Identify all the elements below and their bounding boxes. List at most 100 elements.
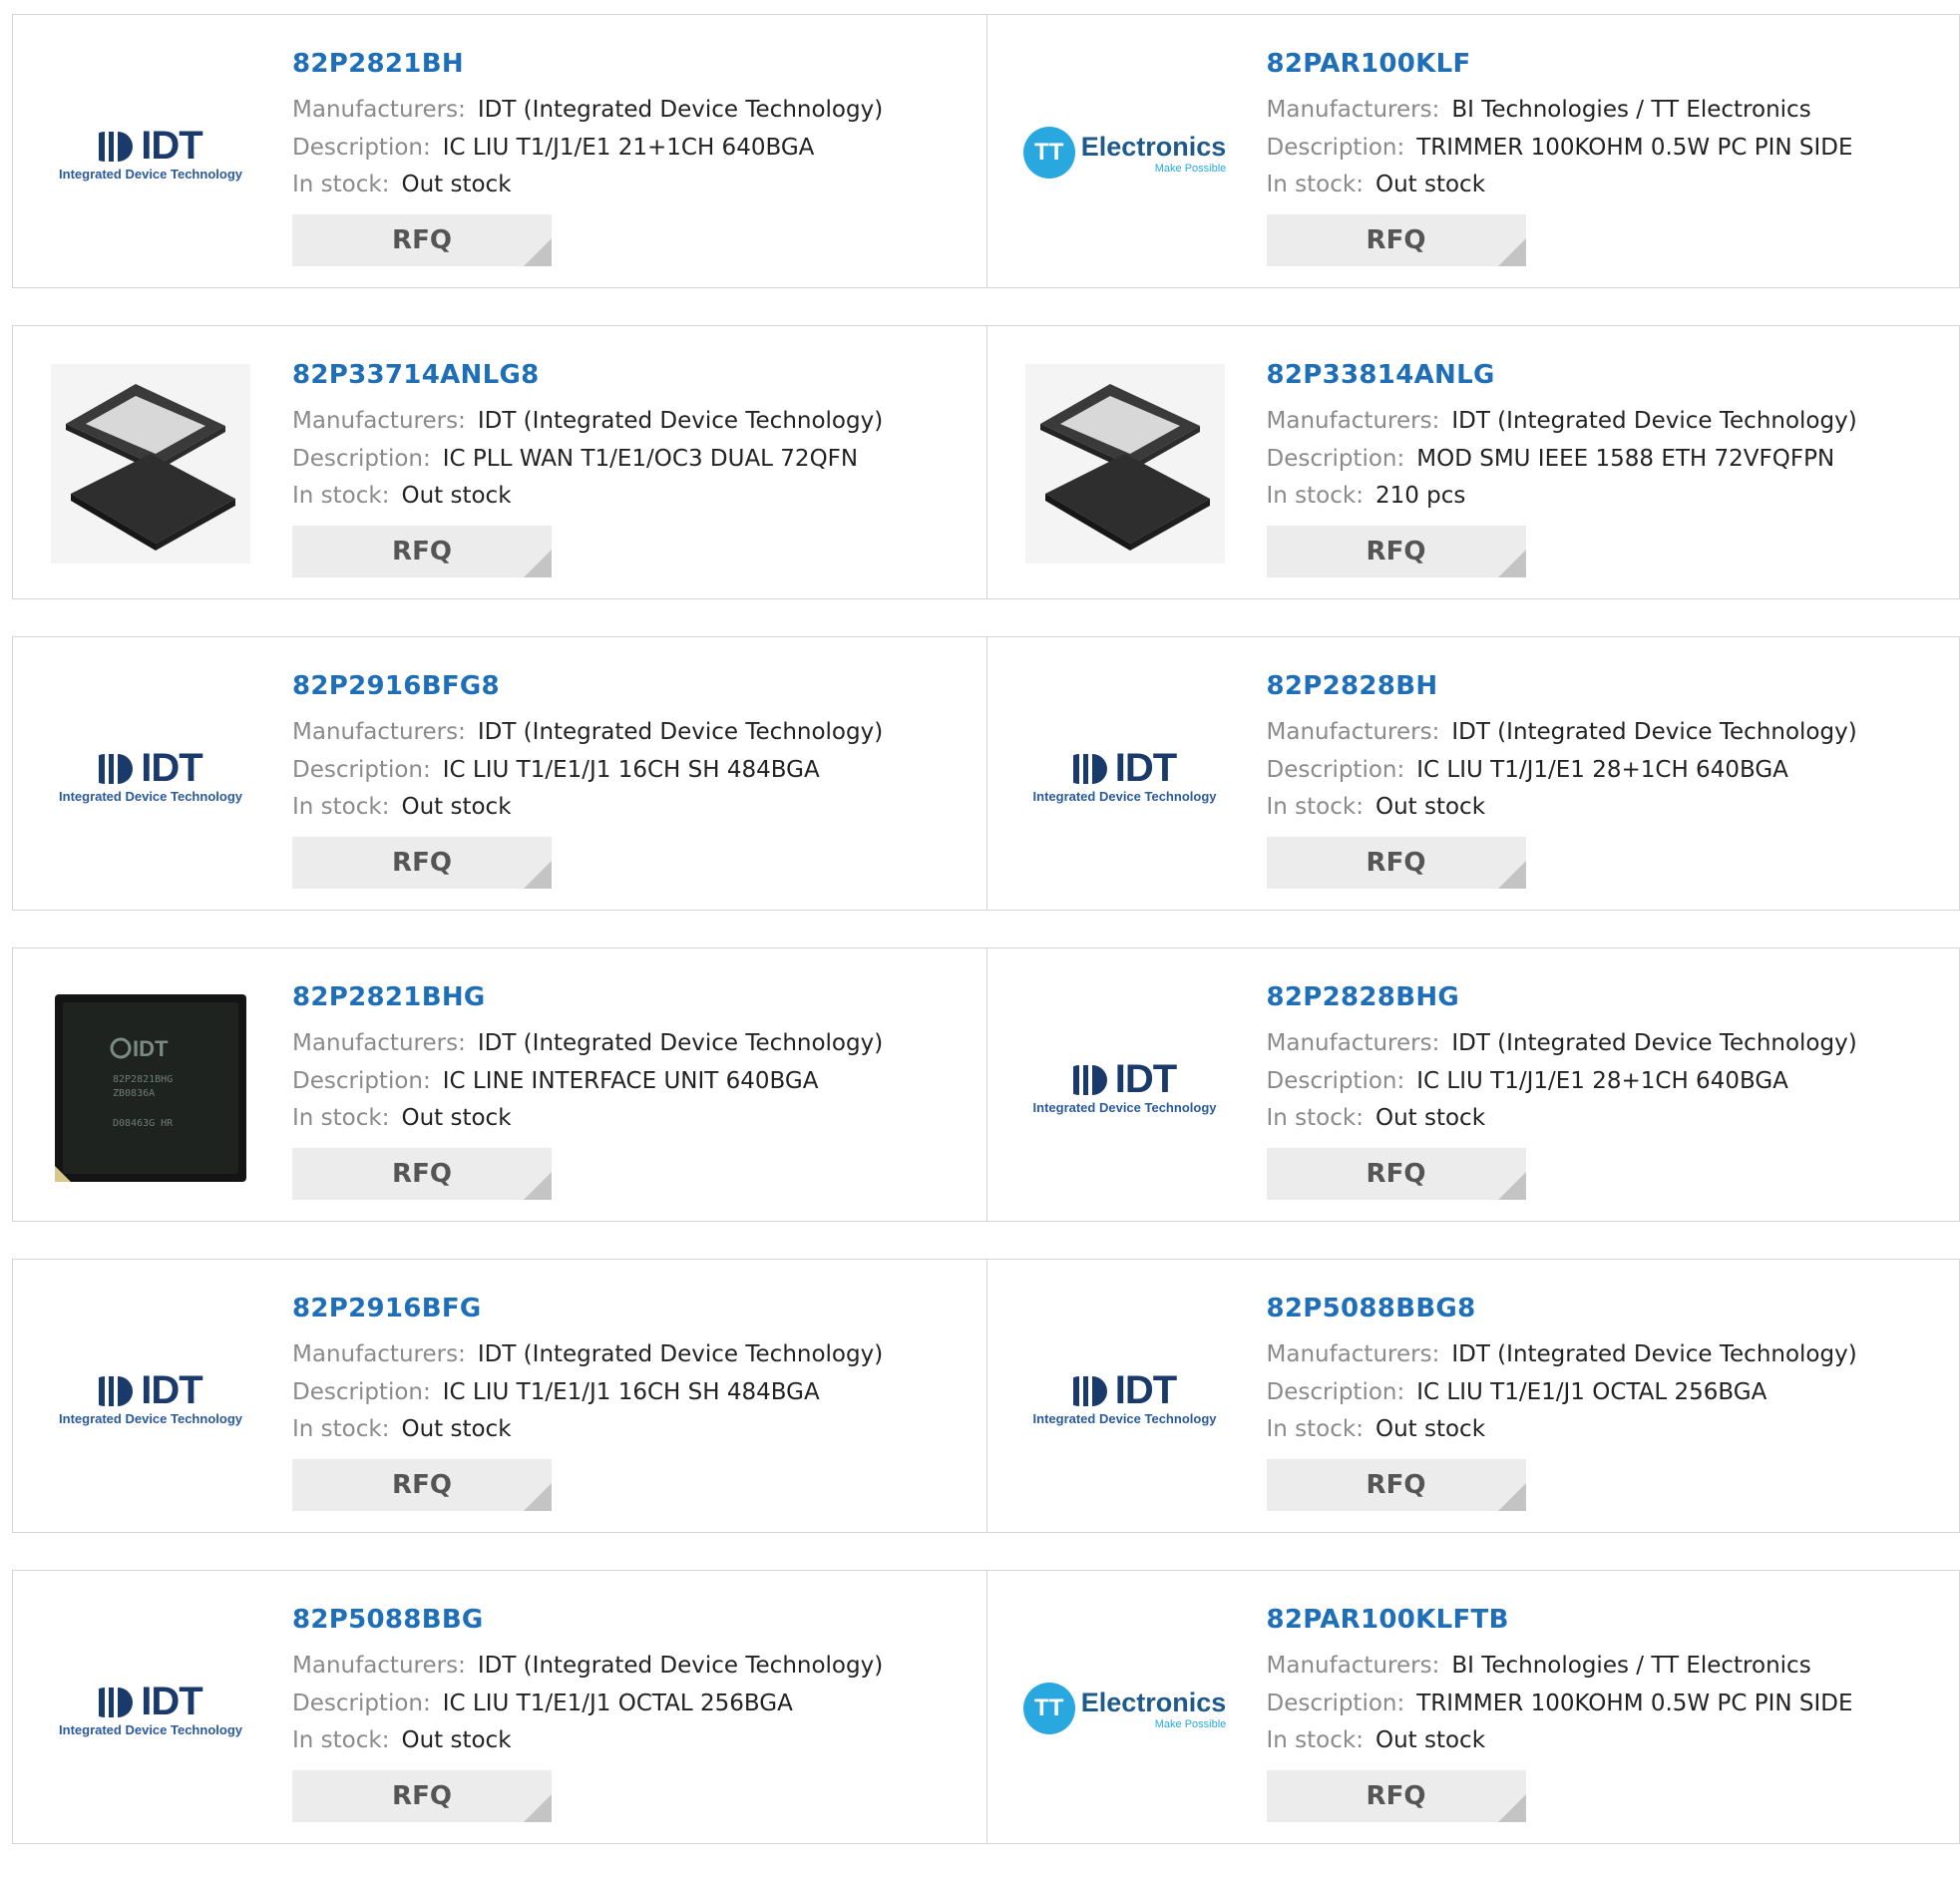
manufacturer-label: Manufacturers: — [292, 1341, 466, 1367]
product-card: IDT Integrated Device Technology 82P2828… — [987, 947, 1960, 1222]
manufacturer-line: Manufacturers:IDT (Integrated Device Tec… — [292, 1030, 883, 1056]
stock-label: In stock: — [292, 172, 389, 197]
part-number-link[interactable]: 82P2828BH — [1267, 671, 1438, 701]
rfq-button[interactable]: RFQ — [1267, 526, 1526, 577]
part-number-link[interactable]: 82P2916BFG8 — [292, 671, 500, 701]
stock-value: Out stock — [1375, 794, 1485, 820]
part-number-link[interactable]: 82P2916BFG — [292, 1294, 482, 1323]
product-thumbnail[interactable]: IDT Integrated Device Technology — [51, 1298, 250, 1497]
rfq-button[interactable]: RFQ — [292, 214, 552, 266]
product-thumbnail[interactable]: IDT Integrated Device Technology — [1025, 1298, 1225, 1497]
idt-mark-icon — [99, 130, 137, 164]
tt-electronics-logo: TT Electronics Make Possible — [1023, 1683, 1227, 1734]
product-thumbnail[interactable] — [1025, 364, 1225, 564]
product-card: IDT 82P2821BHG ZB0836A D08463G HR 82P282… — [12, 947, 987, 1222]
chip-marking-date: D08463G HR — [113, 1118, 174, 1129]
part-number-link[interactable]: 82P33814ANLG — [1267, 360, 1495, 390]
manufacturer-line: Manufacturers: IDT (Integrated Device Tec… — [1267, 1030, 1857, 1056]
stock-value: Out stock — [401, 172, 511, 197]
idt-logo: IDT Integrated Device Technology — [1033, 1368, 1217, 1426]
idt-logo: IDT Integrated Device Technology — [1033, 746, 1217, 804]
product-card: IDT Integrated Device Technology 82P2828… — [987, 636, 1960, 911]
idt-tagline: Integrated Device Technology — [59, 167, 242, 182]
stock-label: In stock: — [1267, 172, 1364, 197]
idt-tagline: Integrated Device Technology — [59, 1411, 242, 1426]
rfq-button[interactable]: RFQ — [1267, 1459, 1526, 1511]
part-number-link[interactable]: 82P33714ANLG8 — [292, 360, 539, 390]
description-value: IC LIU T1/E1/J1 OCTAL 256BGA — [1416, 1379, 1766, 1405]
description-label: Description: — [1267, 1691, 1405, 1716]
part-number-link[interactable]: 82P2821BH — [292, 49, 464, 79]
rfq-label: RFQ — [392, 1781, 452, 1811]
description-label: Description: — [1267, 757, 1405, 783]
description-line: Description:TRIMMER 100KOHM 0.5W PC PIN … — [1267, 135, 1853, 161]
product-thumbnail[interactable]: IDT Integrated Device Technology — [51, 53, 250, 252]
description-value: IC LIU T1/J1/E1 21+1CH 640BGA — [443, 135, 815, 161]
qfn-chip-image — [1025, 364, 1225, 564]
part-number-link[interactable]: 82P2828BHG — [1267, 982, 1460, 1012]
rfq-button[interactable]: RFQ — [292, 1148, 552, 1200]
stock-line: In stock: Out stock — [292, 172, 512, 197]
rfq-button[interactable]: RFQ — [292, 526, 552, 577]
manufacturer-line: Manufacturers:IDT (Integrated Device Tec… — [1267, 719, 1857, 745]
description-label: Description: — [292, 1379, 431, 1405]
corner-triangle-icon — [524, 1483, 552, 1511]
idt-tagline: Integrated Device Technology — [59, 1722, 242, 1737]
part-number-link[interactable]: 82P5088BBG8 — [1267, 1294, 1476, 1323]
rfq-button[interactable]: RFQ — [1267, 1148, 1526, 1200]
part-number-link[interactable]: 82PAR100KLF — [1267, 49, 1471, 79]
rfq-button[interactable]: RFQ — [1267, 214, 1526, 266]
rfq-button[interactable]: RFQ — [1267, 1770, 1526, 1822]
tt-badge: TT — [1023, 127, 1075, 179]
description-value: MOD SMU IEEE 1588 ETH 72VFQFPN — [1416, 446, 1834, 472]
product-thumbnail[interactable]: TT Electronics Make Possible — [1025, 1609, 1225, 1808]
manufacturer-label: Manufacturers: — [292, 408, 466, 434]
stock-label: In stock: — [292, 1727, 389, 1753]
manufacturer-value: IDT (Integrated Device Technology) — [478, 408, 883, 434]
rfq-button[interactable]: RFQ — [1267, 837, 1526, 889]
part-number-link[interactable]: 82P2821BHG — [292, 982, 486, 1012]
manufacturer-label: Manufacturers: — [1267, 408, 1440, 434]
product-card: IDT Integrated Device Technology 82P2916… — [12, 1259, 987, 1533]
part-number-link[interactable]: 82PAR100KLFTB — [1267, 1605, 1509, 1635]
manufacturer-label: Manufacturers: — [1267, 1030, 1440, 1056]
product-thumbnail[interactable]: IDT Integrated Device Technology — [51, 675, 250, 875]
product-thumbnail[interactable] — [51, 364, 250, 564]
part-number-link[interactable]: 82P5088BBG — [292, 1605, 484, 1635]
idt-wordmark: IDT — [141, 1680, 201, 1724]
manufacturer-value: IDT (Integrated Device Technology) — [1451, 1030, 1856, 1056]
rfq-label: RFQ — [392, 1470, 452, 1500]
product-row: IDT Integrated Device Technology 82P2916… — [12, 1259, 1960, 1533]
stock-value: 210 pcs — [1375, 483, 1465, 509]
rfq-button[interactable]: RFQ — [292, 1459, 552, 1511]
tt-tagline: Make Possible — [1155, 1718, 1227, 1730]
manufacturer-value: IDT (Integrated Device Technology) — [478, 1030, 883, 1056]
rfq-label: RFQ — [1367, 225, 1426, 255]
product-card: IDT Integrated Device Technology 82P2821… — [12, 14, 987, 288]
product-thumbnail[interactable]: IDT Integrated Device Technology — [51, 1609, 250, 1808]
manufacturer-label: Manufacturers: — [292, 1653, 466, 1679]
stock-label: In stock: — [292, 1416, 389, 1442]
description-line: Description:IC PLL WAN T1/E1/OC3 DUAL 72… — [292, 446, 858, 472]
product-thumbnail[interactable]: IDT 82P2821BHG ZB0836A D08463G HR — [51, 986, 250, 1186]
rfq-button[interactable]: RFQ — [292, 837, 552, 889]
product-list: IDT Integrated Device Technology 82P2821… — [12, 14, 1960, 1881]
rfq-button[interactable]: RFQ — [292, 1770, 552, 1822]
stock-value: Out stock — [1375, 1727, 1485, 1753]
description-value: TRIMMER 100KOHM 0.5W PC PIN SIDE — [1416, 135, 1852, 161]
corner-triangle-icon — [1498, 1794, 1526, 1822]
idt-mark-icon — [99, 1374, 137, 1408]
idt-tagline: Integrated Device Technology — [1033, 1100, 1217, 1115]
rfq-label: RFQ — [392, 225, 452, 255]
stock-label: In stock: — [1267, 1416, 1364, 1442]
product-thumbnail[interactable]: IDT Integrated Device Technology — [1025, 675, 1225, 875]
product-thumbnail[interactable]: IDT Integrated Device Technology — [1025, 986, 1225, 1186]
product-thumbnail[interactable]: TT Electronics Make Possible — [1025, 53, 1225, 252]
manufacturer-line: Manufacturers:IDT (Integrated Device Tec… — [1267, 1341, 1857, 1367]
description-value: IC LIU T1/J1/E1 28+1CH 640BGA — [1416, 757, 1788, 783]
stock-value: Out stock — [401, 1105, 511, 1131]
description-line: Description:MOD SMU IEEE 1588 ETH 72VFQF… — [1267, 446, 1835, 472]
stock-line: In stock:Out stock — [1267, 794, 1486, 820]
idt-mark-icon — [99, 752, 137, 786]
stock-value: Out stock — [401, 1416, 511, 1442]
